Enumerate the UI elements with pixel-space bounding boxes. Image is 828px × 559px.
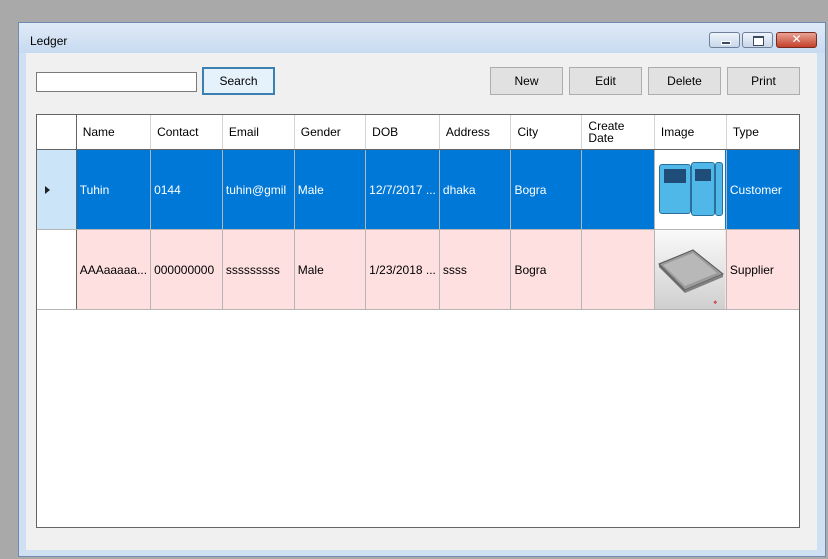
new-button[interactable]: New xyxy=(490,67,563,95)
cell-dob[interactable]: 1/23/2018 ... xyxy=(365,229,440,310)
window-title: Ledger xyxy=(30,34,68,48)
table-row[interactable]: AAAaaaaa... 000000000 sssssssss Male 1/2… xyxy=(37,229,799,310)
row-header[interactable] xyxy=(37,229,77,310)
cell-type[interactable]: Supplier xyxy=(726,229,799,310)
cell-contact[interactable]: 0144 xyxy=(150,149,223,230)
cell-image[interactable]: ❖ xyxy=(654,229,727,310)
cell-create-date[interactable] xyxy=(581,229,655,310)
cell-contact[interactable]: 000000000 xyxy=(150,229,223,310)
table-row[interactable]: Tuhin 0144 tuhin@gmil Male 12/7/2017 ...… xyxy=(37,149,799,230)
search-input[interactable] xyxy=(36,72,197,92)
cell-city[interactable]: Bogra xyxy=(510,229,583,310)
svg-text:❖: ❖ xyxy=(713,300,718,306)
cell-address[interactable]: ssss xyxy=(439,229,512,310)
search-button[interactable]: Search xyxy=(202,67,275,95)
cell-create-date[interactable] xyxy=(581,149,655,230)
current-row-arrow-icon xyxy=(45,185,50,194)
cell-email[interactable]: tuhin@gmil xyxy=(222,149,295,230)
maximize-icon xyxy=(753,36,764,46)
close-icon: ✕ xyxy=(791,32,802,46)
column-header-type[interactable]: Type xyxy=(726,115,799,150)
column-header-contact[interactable]: Contact xyxy=(150,115,223,150)
column-header-gender[interactable]: Gender xyxy=(294,115,367,150)
maximize-button[interactable] xyxy=(742,32,773,48)
row-header-corner[interactable] xyxy=(37,115,77,150)
column-header-create-date[interactable]: Create Date xyxy=(581,115,655,150)
ledger-grid[interactable]: Name Contact Email Gender DOB Address Ci… xyxy=(36,114,800,528)
column-header-image[interactable]: Image xyxy=(654,115,727,150)
cell-name[interactable]: Tuhin xyxy=(76,149,152,230)
column-header-dob[interactable]: DOB xyxy=(365,115,440,150)
cell-gender[interactable]: Male xyxy=(294,229,367,310)
phone-image xyxy=(654,150,725,229)
cell-image[interactable] xyxy=(654,149,727,230)
ledger-table: Name Contact Email Gender DOB Address Ci… xyxy=(37,115,799,310)
print-button[interactable]: Print xyxy=(727,67,800,95)
column-header-email[interactable]: Email xyxy=(222,115,295,150)
edit-button[interactable]: Edit xyxy=(569,67,642,95)
cell-name[interactable]: AAAaaaaa... xyxy=(76,229,152,310)
minimize-icon xyxy=(721,41,731,45)
column-header-city[interactable]: City xyxy=(510,115,583,150)
title-bar[interactable]: Ledger ✕ xyxy=(19,23,825,53)
cell-city[interactable]: Bogra xyxy=(510,149,583,230)
ledger-window: Ledger ✕ Search New Edit Delete Print Na… xyxy=(18,22,826,557)
form-client-area: Search New Edit Delete Print Name Contac… xyxy=(26,53,817,550)
close-button[interactable]: ✕ xyxy=(776,32,817,48)
column-header-name[interactable]: Name xyxy=(76,115,152,150)
cell-email[interactable]: sssssssss xyxy=(222,229,295,310)
row-header[interactable] xyxy=(37,149,77,230)
cell-type[interactable]: Customer xyxy=(726,149,799,230)
header-row: Name Contact Email Gender DOB Address Ci… xyxy=(37,115,799,150)
laptop-image: ❖ xyxy=(654,230,725,309)
cell-dob[interactable]: 12/7/2017 ... xyxy=(365,149,440,230)
column-header-address[interactable]: Address xyxy=(439,115,512,150)
delete-button[interactable]: Delete xyxy=(648,67,721,95)
cell-gender[interactable]: Male xyxy=(294,149,367,230)
minimize-button[interactable] xyxy=(709,32,740,48)
cell-address[interactable]: dhaka xyxy=(439,149,512,230)
